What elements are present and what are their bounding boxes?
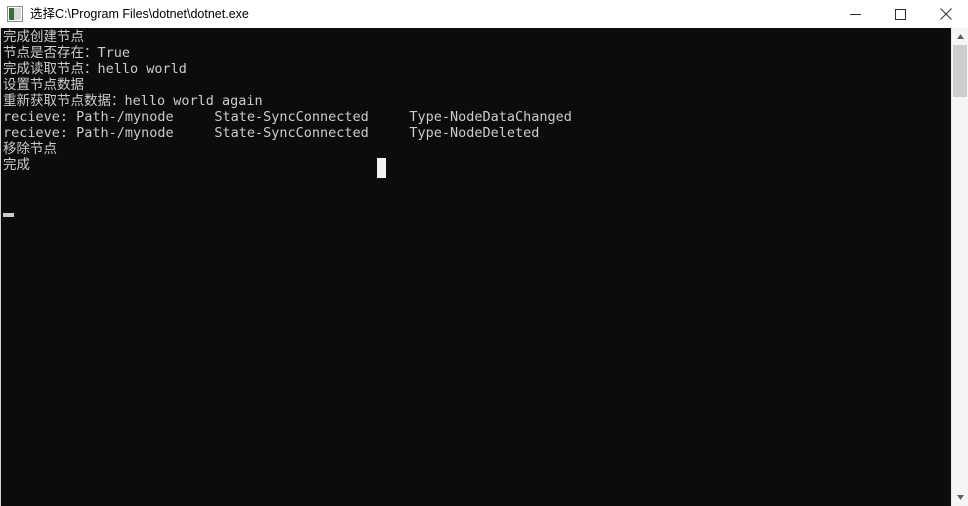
window-title: 选择C:\Program Files\dotnet\dotnet.exe	[30, 7, 249, 21]
console-output-area[interactable]: 完成创建节点 节点是否存在：True 完成读取节点：hello world 设置…	[0, 28, 968, 506]
vertical-scrollbar[interactable]	[951, 28, 968, 506]
minimize-button[interactable]	[833, 0, 878, 28]
console-window: 选择C:\Program Files\dotnet\dotnet.exe 完成创…	[0, 0, 968, 506]
console-caret	[3, 213, 14, 217]
maximize-button[interactable]	[878, 0, 923, 28]
close-button[interactable]	[923, 0, 968, 28]
scroll-down-arrow-icon[interactable]	[952, 489, 968, 506]
text-ibeam-cursor	[377, 158, 386, 178]
title-bar[interactable]: 选择C:\Program Files\dotnet\dotnet.exe	[0, 0, 968, 28]
scroll-up-arrow-icon[interactable]	[952, 28, 968, 45]
console-text: 完成创建节点 节点是否存在：True 完成读取节点：hello world 设置…	[3, 29, 572, 173]
window-controls	[833, 0, 968, 28]
console-app-icon-right	[14, 8, 21, 20]
console-app-icon	[7, 6, 23, 22]
scrollbar-thumb[interactable]	[953, 45, 967, 97]
